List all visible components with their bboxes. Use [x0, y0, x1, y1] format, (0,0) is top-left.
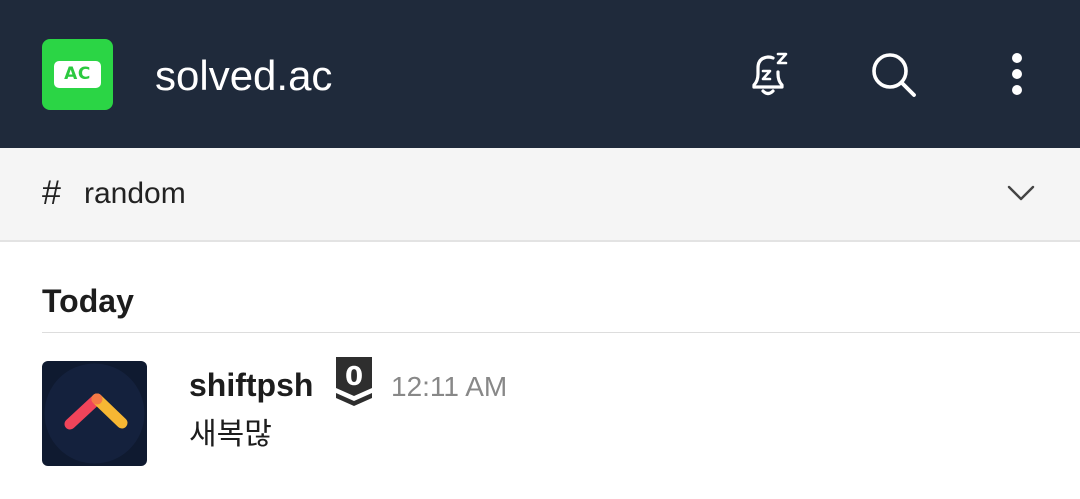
snooze-bell-icon[interactable] — [740, 46, 796, 102]
tier-badge-label: 0 — [345, 362, 363, 392]
workspace-logo[interactable]: AC — [42, 39, 113, 110]
more-vertical-icon[interactable] — [989, 46, 1045, 102]
workspace-logo-text: AC — [54, 61, 101, 88]
message-timestamp: 12:11 AM — [391, 371, 508, 402]
search-icon[interactable] — [866, 46, 922, 102]
top-app-bar: AC solved.ac — [0, 0, 1080, 148]
channel-hash-icon: # — [42, 174, 61, 212]
message-author[interactable]: shiftpsh — [189, 366, 313, 404]
day-divider-label: Today — [42, 283, 134, 319]
message-text: 새복많 — [189, 417, 272, 452]
channel-name[interactable]: random — [84, 176, 186, 212]
chevron-down-icon[interactable] — [1006, 180, 1036, 206]
channel-header[interactable]: # random — [0, 148, 1080, 242]
tier-badge-icon[interactable]: 0 — [333, 354, 375, 408]
workspace-title[interactable]: solved.ac — [155, 50, 332, 102]
chevron-up-logo-icon — [44, 363, 145, 464]
day-divider-line — [42, 332, 1080, 333]
avatar[interactable] — [42, 361, 147, 466]
